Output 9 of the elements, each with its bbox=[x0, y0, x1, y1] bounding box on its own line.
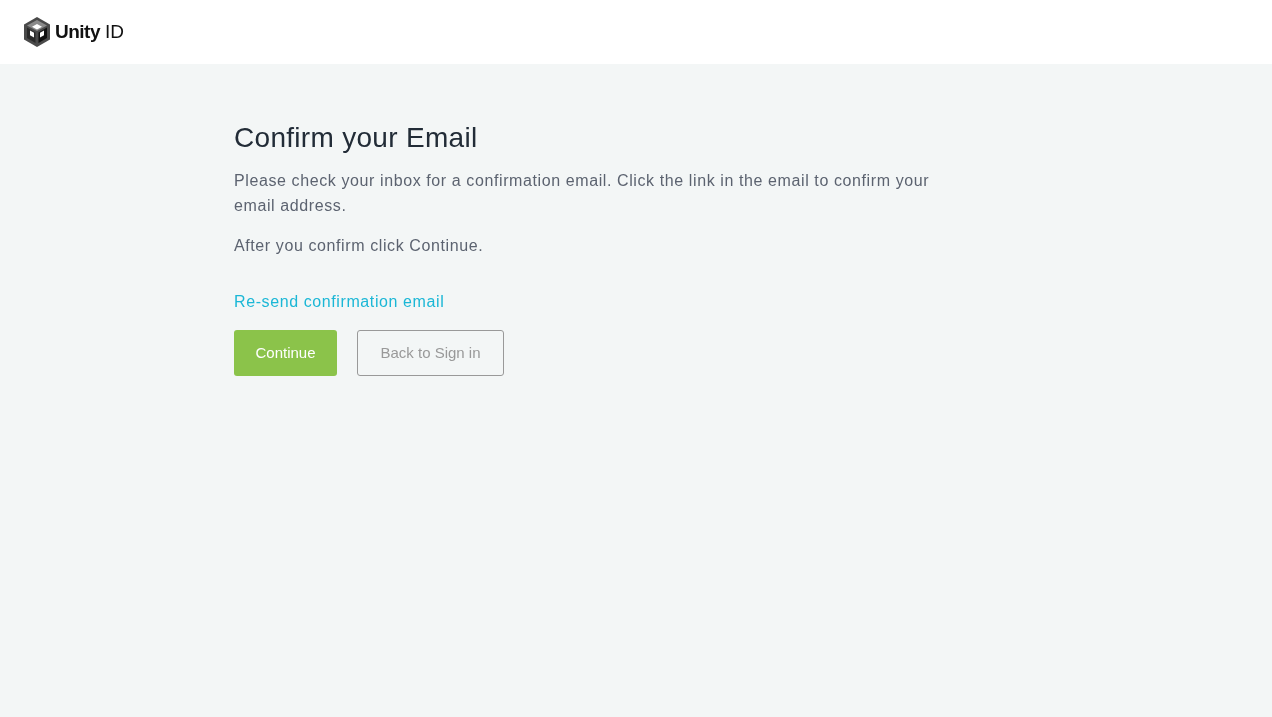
cube-logo-icon bbox=[24, 17, 50, 47]
page-title: Confirm your Email bbox=[234, 122, 479, 154]
brand-name: Unity bbox=[55, 19, 100, 44]
info-text: After you confirm click Continue. bbox=[234, 236, 485, 256]
back-button[interactable]: Back to Sign in bbox=[357, 330, 504, 376]
resend-link[interactable]: Re-send confirmation email bbox=[234, 289, 445, 314]
continue-button[interactable]: Continue bbox=[234, 330, 337, 376]
brand-suffix: ID bbox=[105, 19, 124, 44]
info-text: Please check your inbox for a confirmation email. Click the link in the email to confirm your email address. bbox=[234, 171, 931, 216]
